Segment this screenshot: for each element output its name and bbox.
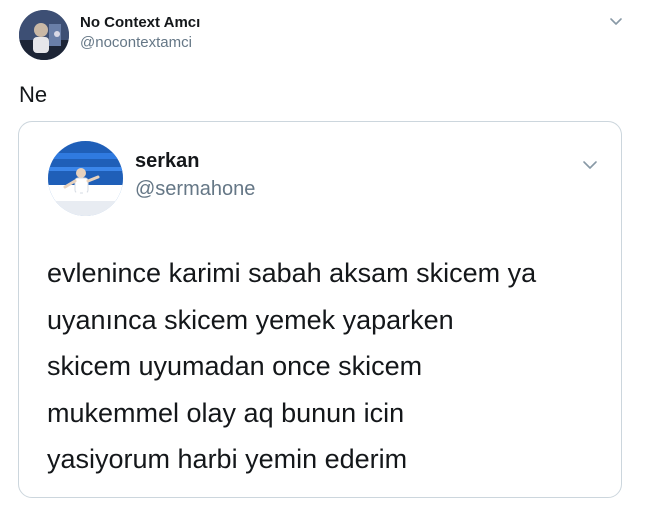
avatar-image-icon xyxy=(19,10,69,60)
quoted-tweet-text: evlenince karimi sabah aksam skicem ya u… xyxy=(47,250,607,483)
quoted-text-line: evlenince karimi sabah aksam skicem ya xyxy=(47,258,537,288)
chevron-down-icon[interactable] xyxy=(607,12,625,30)
quoted-text-line: skicem uyumadan once skicem xyxy=(47,351,423,381)
avatar-image-icon xyxy=(48,141,123,216)
author-name[interactable]: No Context Amcı xyxy=(80,14,200,31)
quoted-author-avatar[interactable] xyxy=(48,141,123,216)
author-avatar[interactable] xyxy=(19,10,69,60)
quoted-author-handle[interactable]: @sermahone xyxy=(135,178,255,201)
quoted-text-line: uyanınca skicem yemek yaparken xyxy=(47,304,454,335)
quoted-author-name[interactable]: serkan xyxy=(135,150,200,173)
tweet: No Context Amcı @nocontextamci Ne serkan… xyxy=(0,0,652,513)
tweet-text: Ne xyxy=(19,82,48,107)
quoted-tweet-card[interactable]: serkan @sermahone evlenince karimi sabah… xyxy=(18,121,622,498)
author-handle[interactable]: @nocontextamci xyxy=(80,34,192,51)
chevron-down-icon[interactable] xyxy=(580,154,600,174)
quoted-text-line: mukemmel olay aq bunun icin xyxy=(47,397,405,428)
quoted-text-line: yasiyorum harbi yemin ederim xyxy=(47,444,408,474)
